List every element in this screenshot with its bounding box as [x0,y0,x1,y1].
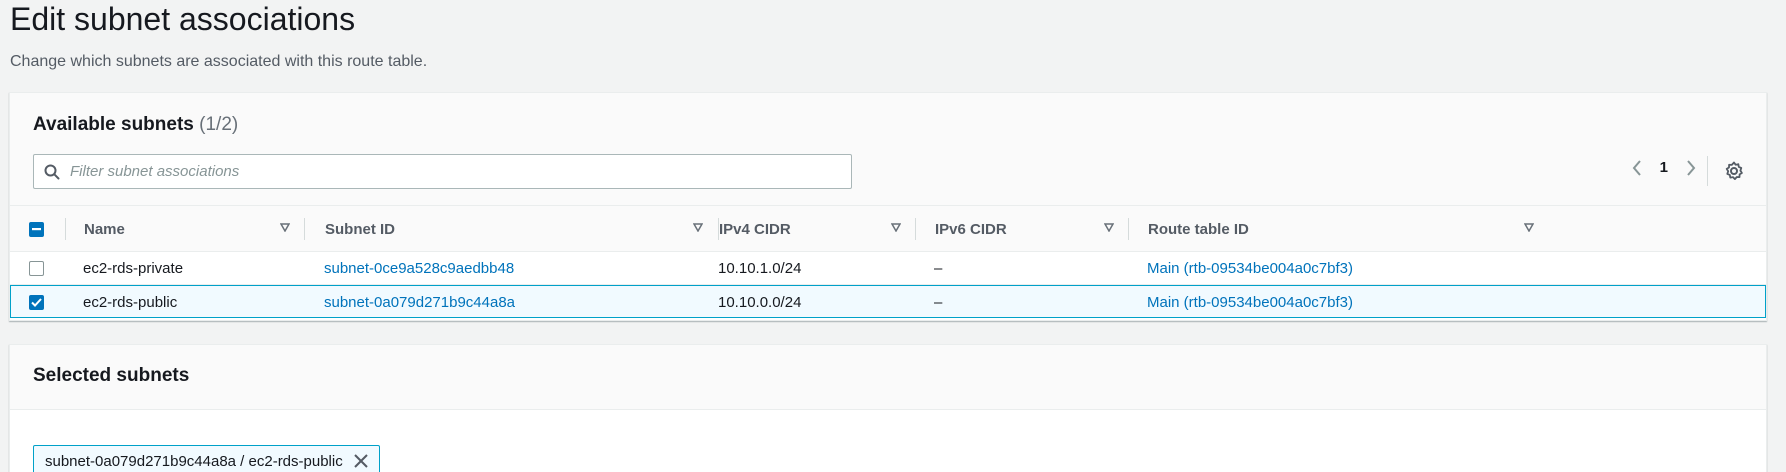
row-checkbox-cell[interactable] [29,286,44,319]
row-checkbox[interactable] [29,261,44,276]
row-checkbox-checked[interactable] [29,295,44,310]
column-header-ipv4[interactable]: IPv4 CIDR [719,206,915,252]
route-table-link[interactable]: Main (rtb-09534be004a0c7bf3) [1147,286,1353,319]
column-header-subnet-id-label: Subnet ID [325,220,395,238]
subnet-id-link[interactable]: subnet-0a079d271b9c44a8a [324,286,515,319]
subnet-name: ec2-rds-private [83,260,184,277]
ipv6-cidr: – [934,260,943,277]
column-header-subnet-id[interactable]: Subnet ID [325,206,717,252]
gear-icon[interactable] [1724,161,1744,181]
subnet-name: ec2-rds-public [83,294,178,311]
ipv4-cidr: 10.10.0.0/24 [718,294,802,311]
close-icon[interactable] [353,453,369,469]
sort-icon [280,223,290,232]
page-description: Change which subnets are associated with… [10,53,428,70]
column-header-route-table[interactable]: Route table ID [1148,206,1548,252]
sort-icon [1524,223,1534,232]
table-row[interactable]: ec2-rds-private subnet-0ce9a528c9aedbb48… [10,252,1766,285]
pager-divider [1707,156,1708,186]
sort-icon [693,223,703,232]
selected-subnet-token-label: subnet-0a079d271b9c44a8a / ec2-rds-publi… [45,452,343,470]
row-checkbox-cell[interactable] [29,252,44,285]
current-page-number[interactable]: 1 [1660,159,1668,176]
ipv6-cidr: – [934,294,943,311]
chevron-left-icon[interactable] [1632,159,1642,176]
table-header: Name Subnet ID IPv4 CIDR IPv6 CIDR Route… [10,206,1766,252]
select-all-checkbox[interactable] [29,221,44,237]
column-divider [65,218,66,240]
checkmark-icon [31,298,42,307]
column-header-ipv6[interactable]: IPv6 CIDR [935,206,1128,252]
subnet-id-link[interactable]: subnet-0ce9a528c9aedbb48 [324,252,514,285]
available-subnets-panel: Available subnets (1/2) 1 [9,92,1767,321]
column-header-name-label: Name [84,220,125,238]
filter-box[interactable] [33,154,852,189]
available-subnets-title: Available subnets (1/2) [33,114,238,136]
search-icon [44,164,60,179]
select-all-cell[interactable] [29,206,44,252]
available-subnets-header: Available subnets (1/2) 1 [10,93,1766,206]
column-divider [1128,218,1129,240]
selected-subnet-token: subnet-0a079d271b9c44a8a / ec2-rds-publi… [33,445,380,472]
selected-subnets-title: Selected subnets [33,365,190,386]
column-header-ipv4-label: IPv4 CIDR [719,220,791,238]
pagination: 1 [1632,159,1696,176]
filter-subnet-input[interactable] [70,163,830,180]
page-title: Edit subnet associations [10,1,356,37]
table-row-selected[interactable]: ec2-rds-public subnet-0a079d271b9c44a8a … [10,285,1766,318]
column-header-ipv6-label: IPv6 CIDR [935,220,1007,238]
column-divider [915,218,916,240]
available-subnets-title-text: Available subnets [33,114,194,135]
column-header-name[interactable]: Name [84,206,304,252]
selected-subnets-panel: Selected subnets subnet-0a079d271b9c44a8… [9,344,1767,472]
available-subnets-count: (1/2) [199,114,239,135]
sort-icon [891,223,901,232]
column-header-route-table-label: Route table ID [1148,220,1249,238]
chevron-right-icon[interactable] [1686,159,1696,176]
column-divider [304,218,305,240]
sort-icon [1104,223,1114,232]
indeterminate-icon [32,227,41,230]
route-table-link[interactable]: Main (rtb-09534be004a0c7bf3) [1147,252,1353,285]
ipv4-cidr: 10.10.1.0/24 [718,260,802,277]
selected-subnets-header: Selected subnets [10,345,1766,410]
